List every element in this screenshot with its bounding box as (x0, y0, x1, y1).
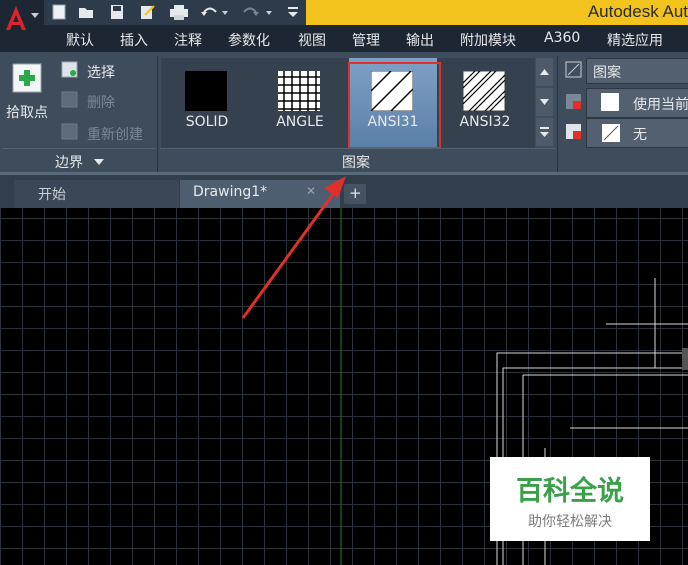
annotation-arrow (241, 176, 346, 319)
